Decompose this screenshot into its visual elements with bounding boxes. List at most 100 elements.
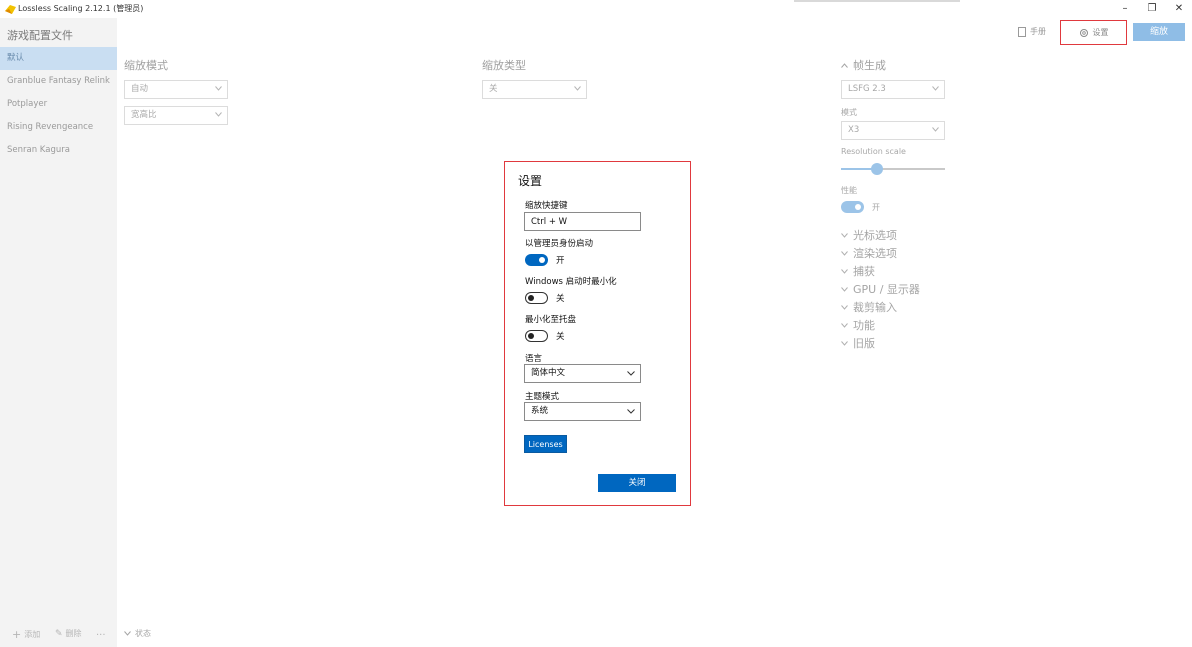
sidebar-item-granblue[interactable]: Granblue Fantasy Relink [0,70,117,93]
section-gpu-display[interactable]: GPU / 显示器 [841,281,920,297]
restore-button[interactable]: ❐ [1137,1,1167,17]
scale-button[interactable]: 缩放 [1133,23,1185,41]
toggle-knob [528,295,534,301]
sidebar-item-default[interactable]: 默认 [0,47,117,70]
book-icon [1018,26,1026,37]
section-label: 捕获 [853,265,875,278]
scaling-mode-heading: 缩放模式 [124,59,168,72]
minimize-start-toggle[interactable] [525,292,548,304]
overlay-strip [794,0,960,2]
dialog-close-button[interactable]: 关闭 [598,474,676,492]
settings-dialog: 设置 缩放快捷键 以管理员身份启动 开 Windows 启动时最小化 关 最小化… [504,161,691,506]
chevron-down-icon [215,112,222,117]
manual-button[interactable]: 手册 [1018,26,1046,37]
admin-start-label: 以管理员身份启动 [525,239,594,249]
section-crop-input[interactable]: 裁剪输入 [841,299,897,315]
minimize-start-label: Windows 启动时最小化 [525,277,617,287]
frame-gen-mode-dropdown[interactable]: X3 [841,121,945,140]
delete-label: 删除 [65,629,82,638]
admin-start-state: 开 [556,256,565,266]
sidebar-item-potplayer[interactable]: Potplayer [0,93,117,116]
plus-icon: + [12,628,22,641]
status-label: 状态 [135,629,151,638]
section-label: 渲染选项 [853,247,897,260]
performance-toggle[interactable] [841,201,864,213]
tray-toggle[interactable] [525,330,548,342]
section-label: 功能 [853,319,875,332]
scaling-type-heading: 缩放类型 [482,59,526,72]
aspect-ratio-dropdown[interactable]: 宽高比 [124,106,228,125]
manual-label: 手册 [1030,27,1046,36]
frame-gen-label: 帧生成 [853,59,886,72]
chevron-down-icon [932,86,939,91]
scaling-mode-dropdown[interactable]: 自动 [124,80,228,99]
more-options-button[interactable]: ... [96,627,106,638]
status-toggle[interactable]: 状态 [124,628,151,639]
chevron-down-icon [841,286,848,292]
chevron-down-icon [627,409,635,414]
scaling-type-dropdown[interactable]: 关 [482,80,587,99]
add-label: 添加 [24,630,41,639]
chevron-down-icon [841,340,848,346]
window-title: Lossless Scaling 2.12.1 (管理员) [18,4,144,13]
chevron-down-icon [841,304,848,310]
sidebar-title: 游戏配置文件 [7,29,73,42]
section-render-options[interactable]: 渲染选项 [841,245,897,261]
section-features[interactable]: 功能 [841,317,875,333]
gear-icon [1079,28,1088,37]
scaling-mode-value: 自动 [131,84,149,94]
theme-label: 主题模式 [525,392,560,402]
hotkey-input[interactable] [524,212,641,231]
pencil-icon: ✎ [55,628,63,639]
section-label: GPU / 显示器 [853,283,920,296]
chevron-down-icon [627,371,635,376]
section-label: 旧版 [853,337,875,350]
section-cursor-options[interactable]: 光标选项 [841,227,897,243]
section-label: 裁剪输入 [853,301,897,314]
delete-profile-button[interactable]: ✎ 删除 [55,628,82,639]
minimize-start-state: 关 [556,294,565,304]
chevron-down-icon [841,250,848,256]
theme-select[interactable]: 系统 [524,402,641,421]
section-legacy[interactable]: 旧版 [841,335,875,351]
toggle-knob [528,333,534,339]
frame-gen-mode-value: X3 [848,125,860,135]
sidebar-item-rising-revengeance[interactable]: Rising Revengeance [0,116,117,139]
title-bar: Lossless Scaling 2.12.1 (管理员) – ❐ ✕ [0,0,1192,18]
chevron-down-icon [841,232,848,238]
add-profile-button[interactable]: + 添加 [12,628,40,641]
admin-start-toggle[interactable] [525,254,548,266]
sidebar-item-senran-kagura[interactable]: Senran Kagura [0,139,117,162]
frame-gen-type-value: LSFG 2.3 [848,84,886,94]
toggle-knob [539,257,545,263]
licenses-button[interactable]: Licenses [524,435,567,453]
toggle-knob [855,204,861,210]
aspect-ratio-value: 宽高比 [131,110,157,120]
frame-gen-heading[interactable]: 帧生成 [841,57,886,73]
resolution-scale-label: Resolution scale [841,147,906,156]
language-label: 语言 [525,354,543,364]
settings-label: 设置 [1092,28,1109,37]
tray-state: 关 [556,332,565,342]
chevron-up-icon [841,62,848,68]
app-logo-icon [5,5,16,14]
resolution-scale-thumb[interactable] [871,163,884,175]
frame-gen-type-dropdown[interactable]: LSFG 2.3 [841,80,945,99]
dialog-title: 设置 [518,174,543,188]
close-window-button[interactable]: ✕ [1164,1,1192,17]
section-label: 光标选项 [853,229,897,242]
language-select[interactable]: 简体中文 [524,364,641,383]
chevron-down-icon [124,631,131,636]
settings-button[interactable]: 设置 [1060,20,1127,45]
minimize-button[interactable]: – [1110,1,1140,17]
theme-value: 系统 [531,406,549,416]
mode-label: 模式 [841,108,857,117]
profile-sidebar: 游戏配置文件 默认 Granblue Fantasy Relink Potpla… [0,18,117,647]
chevron-down-icon [841,322,848,328]
language-value: 简体中文 [531,368,566,378]
chevron-down-icon [215,86,222,91]
chevron-down-icon [841,268,848,274]
performance-state: 开 [872,203,880,212]
scaling-type-value: 关 [489,84,498,94]
section-capture[interactable]: 捕获 [841,263,875,279]
